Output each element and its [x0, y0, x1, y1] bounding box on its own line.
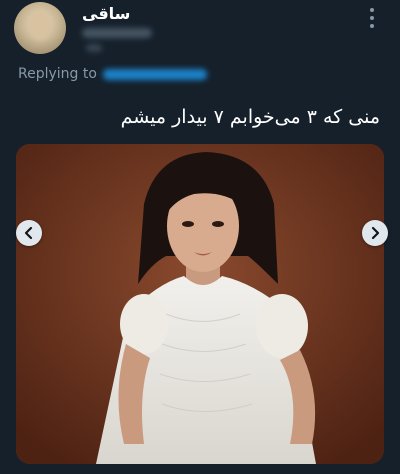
more-dot — [370, 16, 374, 20]
replying-to-handle-redacted[interactable] — [102, 68, 207, 80]
chevron-right-icon — [371, 226, 380, 240]
more-dot — [370, 24, 374, 28]
replying-to: Replying to — [18, 66, 207, 82]
next-photo-button[interactable] — [362, 220, 388, 246]
avatar[interactable] — [14, 2, 66, 54]
tweet-card: ساقی Replying to منی که ۳ می‌خوابم ۷ بید… — [0, 0, 400, 474]
more-dot — [370, 8, 374, 12]
avatar-face — [28, 10, 52, 40]
more-vertical-icon[interactable] — [364, 8, 380, 28]
display-name[interactable]: ساقی — [82, 4, 130, 23]
replying-to-label: Replying to — [18, 66, 97, 82]
previous-photo-button[interactable] — [16, 220, 42, 246]
timestamp-redacted — [86, 44, 102, 52]
photo-illustration — [16, 144, 384, 464]
username-redacted — [82, 28, 152, 38]
tweet-text: منی که ۳ می‌خوابم ۷ بیدار میشم — [120, 106, 380, 128]
chevron-left-icon — [24, 226, 33, 240]
tweet-photo[interactable] — [16, 144, 384, 464]
